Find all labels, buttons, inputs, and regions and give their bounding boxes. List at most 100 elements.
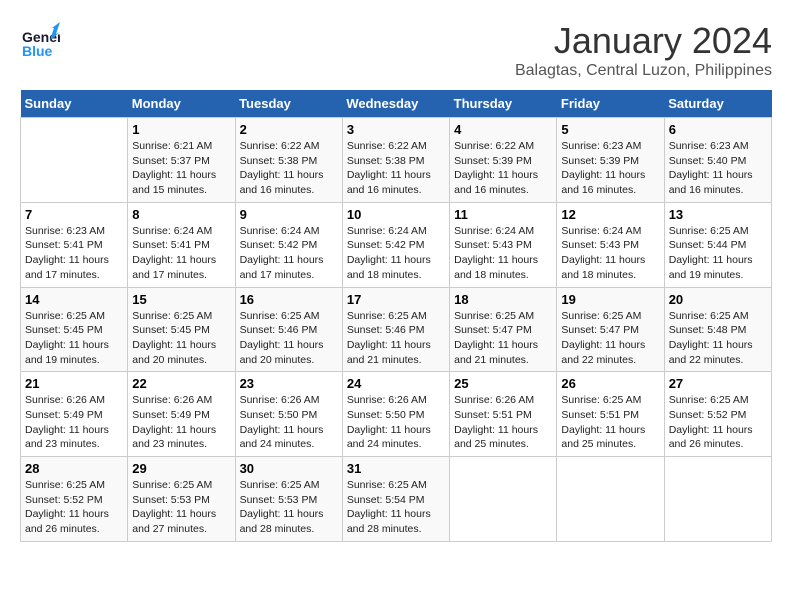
page-header: General Blue January 2024 Balagtas, Cent… [20,20,772,80]
day-number: 30 [240,461,338,476]
location-subtitle: Balagtas, Central Luzon, Philippines [515,62,772,80]
calendar-cell: 11 Sunrise: 6:24 AM Sunset: 5:43 PM Dayli… [450,202,557,287]
calendar-cell: 13Sunrise: 6:25 AM Sunset: 5:44 PM Dayli… [664,202,771,287]
day-number: 19 [561,292,659,307]
logo: General Blue [20,20,60,65]
calendar-cell: 24 Sunrise: 6:26 AM Sunset: 5:50 PM Dayli… [342,372,449,457]
day-number: 17 [347,292,445,307]
cell-info: Sunrise: 6:25 AM Sunset: 5:45 PM Dayligh… [25,309,123,368]
cell-info: Sunrise: 6:22 AM Sunset: 5:38 PM Dayligh… [240,139,338,198]
calendar-cell: 27 Sunrise: 6:25 AM Sunset: 5:52 PM Dayli… [664,372,771,457]
day-number: 3 [347,122,445,137]
day-header-monday: Monday [128,90,235,118]
cell-info: Sunrise: 6:23 AM Sunset: 5:39 PM Dayligh… [561,139,659,198]
calendar-cell: 31Sunrise: 6:25 AM Sunset: 5:54 PM Dayli… [342,457,449,542]
calendar-cell: 7Sunrise: 6:23 AM Sunset: 5:41 PM Daylig… [21,202,128,287]
cell-info: Sunrise: 6:25 AM Sunset: 5:53 PM Dayligh… [132,478,230,537]
cell-info: Sunrise: 6:24 AM Sunset: 5:42 PM Dayligh… [347,224,445,283]
calendar-cell: 28 Sunrise: 6:25 AM Sunset: 5:52 PM Dayli… [21,457,128,542]
day-number: 9 [240,207,338,222]
calendar-table: SundayMondayTuesdayWednesdayThursdayFrid… [20,90,772,542]
day-number: 4 [454,122,552,137]
calendar-cell [557,457,664,542]
day-header-sunday: Sunday [21,90,128,118]
cell-info: Sunrise: 6:22 AM Sunset: 5:38 PM Dayligh… [347,139,445,198]
day-number: 18 [454,292,552,307]
day-number: 26 [561,376,659,391]
day-number: 7 [25,207,123,222]
calendar-cell: 12 Sunrise: 6:24 AM Sunset: 5:43 PM Dayli… [557,202,664,287]
day-number: 15 [132,292,230,307]
day-header-friday: Friday [557,90,664,118]
day-number: 24 [347,376,445,391]
calendar-week-row: 21Sunrise: 6:26 AM Sunset: 5:49 PM Dayli… [21,372,772,457]
cell-info: Sunrise: 6:25 AM Sunset: 5:48 PM Dayligh… [669,309,767,368]
day-number: 27 [669,376,767,391]
day-number: 20 [669,292,767,307]
cell-info: Sunrise: 6:24 AM Sunset: 5:41 PM Dayligh… [132,224,230,283]
cell-info: Sunrise: 6:24 AM Sunset: 5:42 PM Dayligh… [240,224,338,283]
month-title: January 2024 [515,20,772,62]
cell-info: Sunrise: 6:25 AM Sunset: 5:46 PM Dayligh… [240,309,338,368]
calendar-body: 1Sunrise: 6:21 AM Sunset: 5:37 PM Daylig… [21,118,772,542]
svg-text:Blue: Blue [22,43,53,59]
day-number: 8 [132,207,230,222]
day-number: 25 [454,376,552,391]
day-number: 2 [240,122,338,137]
calendar-cell: 17 Sunrise: 6:25 AM Sunset: 5:46 PM Dayli… [342,287,449,372]
calendar-cell: 29 Sunrise: 6:25 AM Sunset: 5:53 PM Dayli… [128,457,235,542]
calendar-cell: 10 Sunrise: 6:24 AM Sunset: 5:42 PM Dayli… [342,202,449,287]
calendar-cell [21,118,128,203]
cell-info: Sunrise: 6:25 AM Sunset: 5:45 PM Dayligh… [132,309,230,368]
calendar-cell: 6 Sunrise: 6:23 AM Sunset: 5:40 PM Daylig… [664,118,771,203]
logo-icon: General Blue [20,20,60,60]
day-number: 22 [132,376,230,391]
day-number: 12 [561,207,659,222]
cell-info: Sunrise: 6:26 AM Sunset: 5:50 PM Dayligh… [347,393,445,452]
calendar-header-row: SundayMondayTuesdayWednesdayThursdayFrid… [21,90,772,118]
day-header-saturday: Saturday [664,90,771,118]
calendar-cell [450,457,557,542]
day-number: 28 [25,461,123,476]
calendar-cell: 22Sunrise: 6:26 AM Sunset: 5:49 PM Dayli… [128,372,235,457]
day-number: 11 [454,207,552,222]
cell-info: Sunrise: 6:26 AM Sunset: 5:51 PM Dayligh… [454,393,552,452]
cell-info: Sunrise: 6:25 AM Sunset: 5:47 PM Dayligh… [561,309,659,368]
day-number: 31 [347,461,445,476]
cell-info: Sunrise: 6:26 AM Sunset: 5:50 PM Dayligh… [240,393,338,452]
calendar-week-row: 14Sunrise: 6:25 AM Sunset: 5:45 PM Dayli… [21,287,772,372]
cell-info: Sunrise: 6:22 AM Sunset: 5:39 PM Dayligh… [454,139,552,198]
day-number: 5 [561,122,659,137]
cell-info: Sunrise: 6:24 AM Sunset: 5:43 PM Dayligh… [561,224,659,283]
calendar-cell: 26 Sunrise: 6:25 AM Sunset: 5:51 PM Dayli… [557,372,664,457]
cell-info: Sunrise: 6:25 AM Sunset: 5:53 PM Dayligh… [240,478,338,537]
day-number: 6 [669,122,767,137]
day-number: 29 [132,461,230,476]
calendar-cell [664,457,771,542]
cell-info: Sunrise: 6:25 AM Sunset: 5:51 PM Dayligh… [561,393,659,452]
title-block: January 2024 Balagtas, Central Luzon, Ph… [515,20,772,80]
calendar-cell: 25 Sunrise: 6:26 AM Sunset: 5:51 PM Dayli… [450,372,557,457]
calendar-cell: 14Sunrise: 6:25 AM Sunset: 5:45 PM Dayli… [21,287,128,372]
day-number: 16 [240,292,338,307]
cell-info: Sunrise: 6:25 AM Sunset: 5:52 PM Dayligh… [25,478,123,537]
cell-info: Sunrise: 6:25 AM Sunset: 5:52 PM Dayligh… [669,393,767,452]
day-number: 10 [347,207,445,222]
calendar-cell: 8 Sunrise: 6:24 AM Sunset: 5:41 PM Daylig… [128,202,235,287]
calendar-week-row: 7Sunrise: 6:23 AM Sunset: 5:41 PM Daylig… [21,202,772,287]
cell-info: Sunrise: 6:25 AM Sunset: 5:46 PM Dayligh… [347,309,445,368]
cell-info: Sunrise: 6:23 AM Sunset: 5:40 PM Dayligh… [669,139,767,198]
cell-info: Sunrise: 6:25 AM Sunset: 5:47 PM Dayligh… [454,309,552,368]
day-number: 13 [669,207,767,222]
calendar-week-row: 28 Sunrise: 6:25 AM Sunset: 5:52 PM Dayli… [21,457,772,542]
calendar-cell: 18 Sunrise: 6:25 AM Sunset: 5:47 PM Dayli… [450,287,557,372]
calendar-cell: 3 Sunrise: 6:22 AM Sunset: 5:38 PM Daylig… [342,118,449,203]
calendar-cell: 5 Sunrise: 6:23 AM Sunset: 5:39 PM Daylig… [557,118,664,203]
calendar-cell: 23Sunrise: 6:26 AM Sunset: 5:50 PM Dayli… [235,372,342,457]
calendar-week-row: 1Sunrise: 6:21 AM Sunset: 5:37 PM Daylig… [21,118,772,203]
calendar-cell: 21Sunrise: 6:26 AM Sunset: 5:49 PM Dayli… [21,372,128,457]
day-header-wednesday: Wednesday [342,90,449,118]
calendar-cell: 19 Sunrise: 6:25 AM Sunset: 5:47 PM Dayli… [557,287,664,372]
cell-info: Sunrise: 6:24 AM Sunset: 5:43 PM Dayligh… [454,224,552,283]
day-number: 1 [132,122,230,137]
